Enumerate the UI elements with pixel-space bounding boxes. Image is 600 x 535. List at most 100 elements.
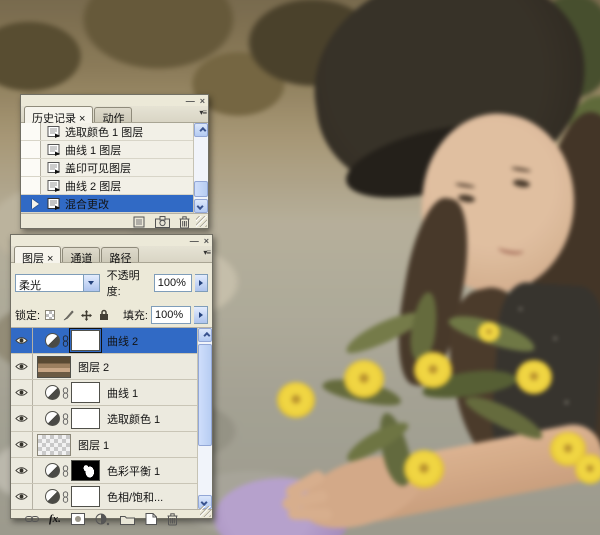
- scrollbar-thumb[interactable]: [198, 344, 212, 446]
- new-snapshot-icon[interactable]: [155, 216, 170, 228]
- layer-mask-thumbnail[interactable]: [71, 486, 100, 507]
- opacity-label: 不透明度:: [107, 267, 151, 299]
- layer-style-icon[interactable]: fx.: [49, 513, 61, 525]
- eye-icon: [15, 388, 28, 397]
- visibility-cell[interactable]: [11, 354, 33, 379]
- layer-list: 曲线 2 图层 2 曲线 1 选取颜色 1 图层 1: [11, 327, 212, 509]
- adjustment-layer-icon: [45, 385, 60, 400]
- layer-name[interactable]: 曲线 2: [107, 333, 138, 349]
- scroll-up-icon[interactable]: [198, 328, 212, 342]
- adjustment-layer-icon: [45, 333, 60, 348]
- layer-row[interactable]: 图层 2: [11, 354, 212, 380]
- layer-row[interactable]: 色彩平衡 1: [11, 458, 212, 484]
- visibility-cell[interactable]: [11, 406, 33, 431]
- add-layer-mask-icon[interactable]: [71, 513, 85, 525]
- lock-image-icon[interactable]: [61, 309, 75, 322]
- layer-name[interactable]: 图层 2: [78, 359, 109, 375]
- history-panel: — × 历史记录 × 动作 ▾≡ 选取颜色 1 图层 曲线 1 图层 盖印可见图…: [20, 94, 209, 229]
- layer-row[interactable]: 曲线 1: [11, 380, 212, 406]
- history-item-label: 混合更改: [65, 196, 109, 212]
- layer-mask-thumbnail[interactable]: [71, 330, 100, 351]
- fill-input[interactable]: 100%: [151, 306, 191, 324]
- mask-link-icon[interactable]: [62, 464, 69, 478]
- history-item-label: 曲线 2 图层: [65, 178, 121, 194]
- history-scrollbar[interactable]: [193, 123, 208, 213]
- eye-icon: [15, 492, 28, 501]
- history-panel-tabs: 历史记录 × 动作 ▾≡: [21, 106, 208, 123]
- new-document-from-state-icon[interactable]: [133, 216, 146, 228]
- scroll-up-icon[interactable]: [194, 123, 208, 137]
- chevron-down-icon[interactable]: [83, 275, 99, 291]
- layer-name[interactable]: 曲线 1: [107, 385, 138, 401]
- tab-paths[interactable]: 路径: [101, 247, 139, 262]
- history-item[interactable]: 曲线 1 图层: [21, 141, 208, 159]
- layer-thumbnail[interactable]: [37, 356, 71, 378]
- fill-slider-icon[interactable]: [194, 306, 208, 324]
- scrollbar-thumb[interactable]: [194, 181, 208, 197]
- panel-menu-icon[interactable]: ▾≡: [203, 248, 210, 257]
- opacity-input[interactable]: 100%: [154, 274, 192, 292]
- mask-link-icon[interactable]: [62, 412, 69, 426]
- history-item[interactable]: 曲线 2 图层: [21, 177, 208, 195]
- lock-transparency-icon[interactable]: [43, 309, 57, 322]
- history-state-icon: [47, 144, 61, 156]
- opacity-slider-icon[interactable]: [195, 274, 208, 292]
- history-item-selected[interactable]: 混合更改: [21, 195, 208, 213]
- minimize-icon[interactable]: —: [186, 97, 195, 105]
- link-layers-icon[interactable]: [25, 515, 39, 523]
- visibility-cell[interactable]: [11, 380, 33, 405]
- tab-actions[interactable]: 动作: [94, 107, 132, 122]
- layer-mask-thumbnail[interactable]: [71, 408, 100, 429]
- layer-name[interactable]: 选取颜色 1: [107, 411, 160, 427]
- layer-mask-thumbnail[interactable]: [71, 382, 100, 403]
- new-adjustment-layer-icon[interactable]: [95, 513, 110, 526]
- delete-state-icon[interactable]: [179, 216, 190, 229]
- visibility-cell[interactable]: [11, 484, 33, 509]
- close-icon[interactable]: ×: [200, 97, 205, 105]
- lock-all-icon[interactable]: [97, 309, 111, 322]
- history-item[interactable]: 选取颜色 1 图层: [21, 123, 208, 141]
- new-layer-icon[interactable]: [145, 513, 157, 525]
- layers-scrollbar[interactable]: [197, 328, 212, 509]
- lock-fill-row: 锁定: 填充: 100%: [11, 302, 212, 327]
- visibility-cell[interactable]: [11, 458, 33, 483]
- blend-mode-select[interactable]: 柔光: [15, 274, 100, 292]
- close-icon[interactable]: ×: [204, 237, 209, 245]
- blend-opacity-row: 柔光 不透明度: 100%: [11, 263, 212, 302]
- adjustment-layer-icon: [45, 463, 60, 478]
- tab-channels[interactable]: 通道: [62, 247, 100, 262]
- layer-row[interactable]: 选取颜色 1: [11, 406, 212, 432]
- history-bottom-bar: [21, 213, 208, 230]
- history-snapshot-cell[interactable]: [21, 123, 41, 140]
- visibility-cell[interactable]: [11, 328, 33, 353]
- layer-name[interactable]: 图层 1: [78, 437, 109, 453]
- layer-row-selected[interactable]: 曲线 2: [11, 328, 212, 354]
- layer-thumbnail-transparent[interactable]: [37, 434, 71, 456]
- delete-layer-icon[interactable]: [167, 513, 178, 526]
- layer-row[interactable]: 图层 1: [11, 432, 212, 458]
- history-snapshot-cell[interactable]: [21, 141, 41, 158]
- mask-link-icon[interactable]: [62, 490, 69, 504]
- visibility-cell[interactable]: [11, 432, 33, 457]
- history-snapshot-cell[interactable]: [21, 159, 41, 176]
- layer-row[interactable]: 色相/饱和...: [11, 484, 212, 509]
- panel-menu-icon[interactable]: ▾≡: [199, 108, 206, 117]
- layer-name[interactable]: 色彩平衡 1: [107, 463, 160, 479]
- mask-link-icon[interactable]: [62, 334, 69, 348]
- history-state-icon: [47, 198, 61, 210]
- tab-layers[interactable]: 图层 ×: [14, 246, 61, 263]
- resize-grip[interactable]: [196, 216, 207, 227]
- lock-position-icon[interactable]: [79, 309, 93, 322]
- history-source-cell[interactable]: [21, 195, 41, 212]
- layer-mask-thumbnail[interactable]: [71, 460, 100, 481]
- fill-label: 填充:: [123, 307, 148, 323]
- history-item[interactable]: 盖印可见图层: [21, 159, 208, 177]
- resize-grip[interactable]: [200, 506, 211, 517]
- minimize-icon[interactable]: —: [190, 237, 199, 245]
- layer-name[interactable]: 色相/饱和...: [107, 489, 163, 505]
- scroll-down-icon[interactable]: [194, 199, 208, 213]
- tab-history[interactable]: 历史记录 ×: [24, 106, 93, 123]
- mask-link-icon[interactable]: [62, 386, 69, 400]
- history-snapshot-cell[interactable]: [21, 177, 41, 194]
- new-group-icon[interactable]: [120, 514, 135, 525]
